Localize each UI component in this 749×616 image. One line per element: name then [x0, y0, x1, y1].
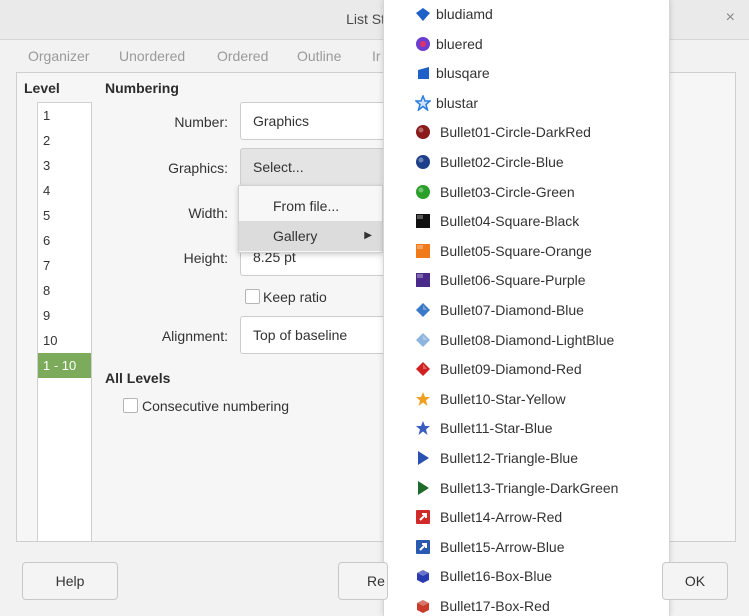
keep-ratio-checkbox[interactable] [245, 289, 260, 304]
gallery-item[interactable]: Bullet14-Arrow-Red [384, 503, 669, 532]
gallery-item[interactable]: bluered [384, 30, 669, 59]
gallery-item[interactable]: blustar [384, 89, 669, 118]
height-label: Height: [183, 250, 228, 266]
gallery-item[interactable]: Bullet13-Triangle-DarkGreen [384, 474, 669, 503]
square-orange-icon [416, 243, 430, 258]
help-button[interactable]: Help [22, 562, 118, 600]
diamond-lightblue-icon [416, 332, 430, 347]
reset-button[interactable]: Re [338, 562, 388, 600]
arrow-blue-icon [416, 539, 430, 554]
gallery-item[interactable]: Bullet11-Star-Blue [384, 414, 669, 443]
level-heading: Level [24, 80, 60, 96]
tab-outline[interactable]: Outline [297, 48, 341, 64]
gallery-item[interactable]: blusqare [384, 59, 669, 88]
menu-item-from-file[interactable]: From file... [239, 191, 382, 221]
arrow-red-icon [416, 510, 430, 525]
blue-star-icon [415, 94, 431, 111]
gallery-item-label: Bullet12-Triangle-Blue [440, 450, 578, 466]
gallery-item-label: bludiamd [436, 6, 493, 22]
gallery-item[interactable]: Bullet12-Triangle-Blue [384, 444, 669, 473]
gallery-item[interactable]: Bullet15-Arrow-Blue [384, 533, 669, 562]
gallery-item[interactable]: Bullet07-Diamond-Blue [384, 296, 669, 325]
gallery-item-label: Bullet07-Diamond-Blue [440, 302, 584, 318]
alignment-label: Alignment: [161, 328, 228, 344]
gallery-item-label: Bullet03-Circle-Green [440, 183, 575, 200]
graphics-context-menu: From file... Gallery ▶ [238, 185, 383, 253]
diamond-blue-icon [416, 303, 430, 317]
gallery-item[interactable]: Bullet05-Square-Orange [384, 237, 669, 266]
graphics-label: Graphics: [168, 160, 228, 176]
gallery-item-label: Bullet04-Square-Black [440, 213, 580, 230]
gallery-item-label: Bullet13-Triangle-DarkGreen [440, 479, 619, 496]
gallery-item-label: Bullet10-Star-Yellow [440, 390, 566, 407]
gallery-item[interactable]: Bullet09-Diamond-Red [384, 355, 669, 384]
gallery-submenu: bludiamd bluered blusqare blustar Bullet01-C… [383, 0, 670, 616]
blue-red-circle-icon [416, 36, 430, 51]
tab-unordered[interactable]: Unordered [119, 48, 185, 64]
gallery-item[interactable]: Bullet08-Diamond-LightBlue [384, 326, 669, 355]
number-label: Number: [174, 114, 228, 130]
menu-item-gallery-label: Gallery [273, 228, 318, 244]
gallery-item-label: Bullet08-Diamond-LightBlue [440, 331, 615, 348]
box-red-icon [417, 600, 429, 613]
circle-blue-icon [416, 155, 430, 169]
all-levels-heading: All Levels [105, 370, 171, 386]
gallery-item[interactable]: Bullet04-Square-Black [384, 207, 669, 236]
diamond-red-icon [416, 362, 430, 377]
circle-green-icon [416, 184, 430, 199]
triangle-blue-icon [418, 451, 429, 465]
gallery-item-label: blusqare [436, 65, 490, 82]
gallery-item-label: Bullet06-Square-Purple [440, 272, 586, 289]
gallery-item-label: Bullet01-Circle-DarkRed [440, 124, 591, 141]
gallery-item[interactable]: Bullet10-Star-Yellow [384, 385, 669, 414]
circle-darkred-icon [416, 125, 430, 140]
square-purple-icon [416, 273, 430, 288]
level-item-2[interactable]: 2 [38, 128, 91, 153]
level-item-9[interactable]: 9 [38, 303, 91, 328]
level-item-4[interactable]: 4 [38, 178, 91, 203]
star-blue-icon [416, 421, 430, 436]
gallery-item[interactable]: Bullet02-Circle-Blue [384, 148, 669, 177]
consecutive-numbering-label: Consecutive numbering [142, 398, 290, 414]
width-label: Width: [188, 205, 228, 221]
gallery-item[interactable]: Bullet16-Box-Blue [384, 562, 669, 591]
level-item-all[interactable]: 1 - 10 [38, 353, 91, 378]
star-yellow-icon [416, 391, 430, 406]
square-black-icon [416, 214, 430, 229]
gallery-item[interactable]: Bullet17-Box-Red [384, 592, 669, 616]
submenu-arrow-icon: ▶ [364, 230, 372, 241]
gallery-item-label: Bullet14-Arrow-Red [440, 509, 563, 526]
close-icon[interactable]: × [726, 9, 735, 27]
menu-item-gallery[interactable]: Gallery ▶ [239, 221, 382, 251]
gallery-item-label: Bullet11-Star-Blue [440, 420, 553, 437]
consecutive-numbering-checkbox[interactable] [123, 398, 138, 413]
blue-diamond-icon [416, 8, 430, 21]
triangle-darkgreen-icon [418, 480, 429, 495]
gallery-item[interactable]: Bullet06-Square-Purple [384, 266, 669, 295]
tab-ordered[interactable]: Ordered [217, 48, 268, 64]
gallery-item[interactable]: bludiamd [384, 0, 669, 29]
gallery-item-label: Bullet16-Box-Blue [440, 568, 553, 585]
gallery-item-label: bluered [436, 35, 483, 52]
numbering-heading: Numbering [105, 80, 179, 96]
gallery-item-label: Bullet17-Box-Red [440, 598, 550, 614]
tab-organizer[interactable]: Organizer [28, 48, 89, 64]
gallery-item-label: Bullet02-Circle-Blue [440, 154, 564, 170]
gallery-item[interactable]: Bullet01-Circle-DarkRed [384, 118, 669, 147]
keep-ratio-label: Keep ratio [263, 289, 327, 305]
gallery-item[interactable]: Bullet03-Circle-Green [384, 178, 669, 207]
level-item-8[interactable]: 8 [38, 278, 91, 303]
gallery-item-label: Bullet05-Square-Orange [440, 242, 592, 259]
ok-button[interactable]: OK [662, 562, 728, 600]
gallery-item-label: Bullet09-Diamond-Red [440, 361, 582, 378]
gallery-item-label: blustar [436, 94, 479, 111]
blue-square-icon [418, 67, 429, 80]
gallery-item-label: Bullet15-Arrow-Blue [440, 538, 565, 555]
tab-image[interactable]: Ir [372, 48, 381, 64]
box-blue-icon [417, 570, 429, 584]
